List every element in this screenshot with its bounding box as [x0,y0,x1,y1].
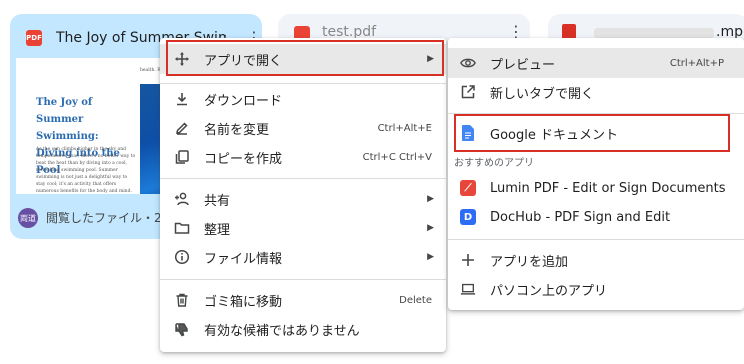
menu-item-not-helpful[interactable]: 有効な候補ではありません [160,314,446,344]
menu-item-preview[interactable]: プレビュー Ctrl+Alt+P [448,48,744,78]
menu-item-shortcut: Ctrl+Alt+P [669,57,724,69]
menu-item-label: パソコン上のアプリ [490,283,608,299]
highlight-outline [166,40,444,76]
dochub-icon: D [460,209,476,225]
copy-icon [174,149,190,165]
folder-icon [174,220,190,236]
highlight-outline [454,114,730,152]
blurred-title [594,28,714,38]
menu-item-rename[interactable]: 名前を変更 Ctrl+Alt+E [160,113,446,143]
menu-item-file-info[interactable]: ファイル情報 ▶ [160,242,446,272]
divider [160,178,446,179]
menu-item-label: DocHub - PDF Sign and Edit [490,209,671,225]
pdf-file-icon: PDF [26,30,42,46]
pencil-icon [174,120,190,136]
menu-item-shortcut: Ctrl+Alt+E [377,122,432,134]
eye-icon [460,55,476,71]
menu-item-label: ファイル情報 [204,251,283,267]
thumbnail-body-text: As the sun climbs higher in the sky and … [36,147,136,194]
menu-item-move-to-trash[interactable]: ゴミ箱に移動 Delete [160,285,446,315]
menu-item-make-copy[interactable]: コピーを作成 Ctrl+C Ctrl+V [160,142,446,172]
menu-item-organize[interactable]: 整理 ▶ [160,213,446,243]
context-menu: アプリで開く ▶ ダウンロード 名前を変更 Ctrl+Alt+E コピーを作成 … [160,38,446,352]
menu-item-add-app[interactable]: アプリを追加 [448,245,744,275]
submenu-arrow-icon: ▶ [427,223,434,233]
download-icon [174,91,190,107]
menu-item-label: 新しいタブで開く [490,86,595,102]
trash-icon [174,292,190,308]
submenu-arrow-icon: ▶ [427,252,434,262]
avatar: 両道 [18,208,38,228]
thumb-down-icon [174,321,190,337]
menu-item-open-new-tab[interactable]: 新しいタブで開く [448,77,744,107]
menu-item-label: 共有 [204,193,231,209]
open-in-new-icon [460,84,476,100]
open-with-submenu: プレビュー Ctrl+Alt+P 新しいタブで開く Google ドキュメント … [448,38,744,310]
menu-item-share[interactable]: 共有 ▶ [160,184,446,214]
menu-item-label: ゴミ箱に移動 [204,294,283,310]
suggested-apps-heading: おすすめのアプリ [454,158,534,169]
menu-item-label: 有効な候補ではありません [204,323,360,339]
menu-item-dochub[interactable]: D DocHub - PDF Sign and Edit [448,202,744,232]
menu-item-label: コピーを作成 [204,151,283,167]
menu-item-label: 名前を変更 [204,122,270,138]
menu-item-desktop-app[interactable]: パソコン上のアプリ [448,274,744,304]
divider [160,279,446,280]
submenu-arrow-icon: ▶ [427,194,434,204]
menu-item-download[interactable]: ダウンロード [160,84,446,114]
menu-item-label: ダウンロード [204,93,283,109]
divider [448,239,744,240]
menu-item-label: プレビュー [490,57,556,73]
file-card-footer: 閲覧したファイル・202 [46,211,177,225]
menu-item-label: アプリを追加 [490,254,569,270]
menu-item-label: Lumin PDF - Edit or Sign Documents [490,180,726,196]
menu-item-shortcut: Ctrl+C Ctrl+V [362,151,432,163]
menu-item-shortcut: Delete [399,294,432,306]
laptop-icon [460,281,476,297]
info-icon [174,249,190,265]
menu-item-label: 整理 [204,222,231,238]
menu-item-lumin-pdf[interactable]: ⟋ Lumin PDF - Edit or Sign Documents [448,173,744,203]
person-add-icon [174,191,190,207]
plus-icon [460,252,476,268]
lumin-pdf-icon: ⟋ [460,180,476,196]
